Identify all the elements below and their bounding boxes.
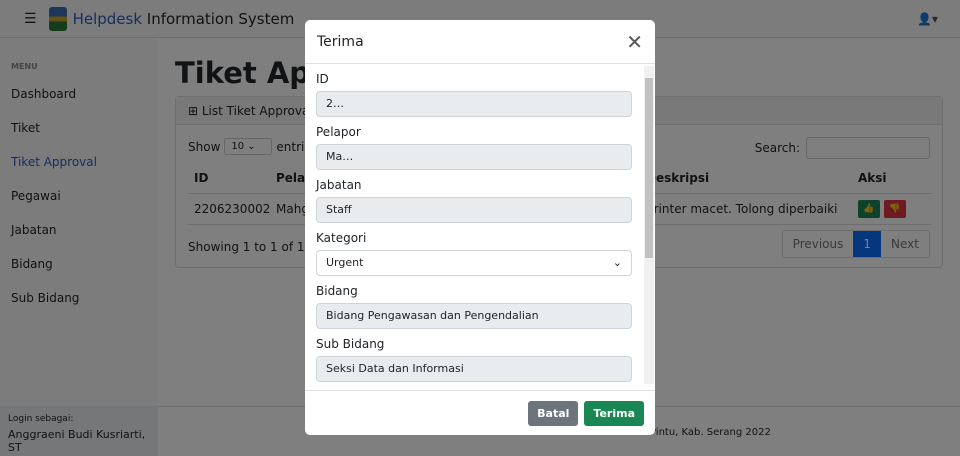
chevron-down-icon: ⌄: [612, 256, 622, 269]
cancel-button[interactable]: Batal: [528, 400, 579, 426]
jabatan-label: Jabatan: [316, 178, 362, 192]
scrollbar-thumb[interactable]: [645, 78, 653, 258]
close-icon[interactable]: ✕: [626, 30, 643, 54]
id-field: 2…: [316, 91, 632, 117]
jabatan-field: Staff: [316, 197, 632, 223]
modal-footer: Batal Terima: [305, 390, 655, 435]
bidang-field: Bidang Pengawasan dan Pengendalian: [316, 303, 632, 329]
kategori-select[interactable]: Urgent ⌄: [316, 250, 632, 276]
sub-bidang-label: Sub Bidang: [316, 337, 385, 351]
sub-bidang-field: Seksi Data dan Informasi: [316, 356, 632, 382]
pelapor-field: Ma…: [316, 144, 632, 170]
modal-title: Terima: [317, 33, 364, 50]
modal-header: Terima ✕: [305, 20, 655, 64]
confirm-button[interactable]: Terima: [584, 400, 644, 426]
kategori-value: Urgent: [326, 256, 364, 269]
modal-body: ID 2… Pelapor Ma… Jabatan Staff Kategori…: [305, 64, 655, 390]
id-label: ID: [316, 72, 329, 86]
modal-scrollbar[interactable]: [644, 66, 654, 384]
terima-modal: Terima ✕ ID 2… Pelapor Ma… Jabatan Staff …: [305, 20, 655, 435]
pelapor-label: Pelapor: [316, 125, 361, 139]
bidang-label: Bidang: [316, 284, 358, 298]
kategori-label: Kategori: [316, 231, 367, 245]
